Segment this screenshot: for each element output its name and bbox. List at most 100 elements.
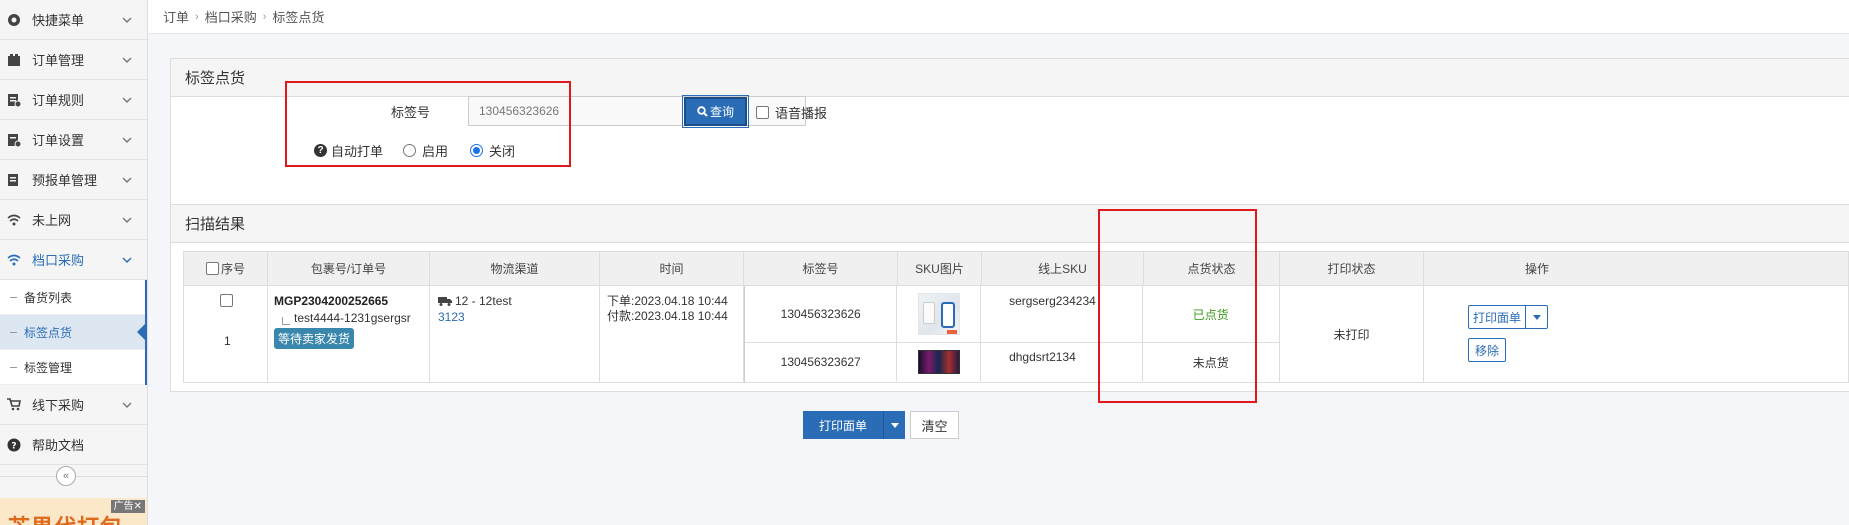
row-checkbox[interactable] <box>220 294 233 307</box>
chevron-down-icon <box>117 174 137 186</box>
nav-label: 帮助文档 <box>32 438 85 453</box>
voice-broadcast-toggle[interactable]: 语音播报 <box>756 103 827 122</box>
package-number: MGP2304200252665 <box>274 294 389 308</box>
chevron-down-icon <box>117 54 137 66</box>
settings-icon <box>6 12 22 28</box>
ad-text: 芒果代打包 <box>8 510 123 525</box>
main-content: 订单 › 档口采购 › 标签点货 标签点货 标签号 查询 语音播报 ? 自动打单… <box>148 0 1849 525</box>
nav-item-help-docs[interactable]: ? 帮助文档 <box>0 425 147 465</box>
index-cell: 1 <box>184 286 268 382</box>
select-all-checkbox[interactable] <box>205 262 219 275</box>
sku-image[interactable] <box>917 350 960 374</box>
nav-item-forecast-management[interactable]: 预报单管理 <box>0 160 147 200</box>
logistics-code-link[interactable]: 3123 <box>438 310 599 324</box>
order-number: test4444-1231gsergsr <box>294 311 411 325</box>
caret-down-icon <box>890 422 899 428</box>
online-sku: dhgdsrt2134 <box>1009 350 1076 364</box>
sub-item-stock-list[interactable]: 备货列表 <box>0 280 145 315</box>
panel-title: 扫描结果 <box>171 205 1849 243</box>
print-status: 未打印 <box>1333 327 1370 342</box>
sku-image-cell <box>897 286 982 342</box>
ad-banner[interactable]: 芒果代打包 广告✕ <box>0 498 147 525</box>
header-cell: SKU图片 <box>898 252 982 285</box>
tree-branch-icon <box>282 317 290 325</box>
chevron-down-icon <box>117 399 137 411</box>
collapse-sidebar-button[interactable]: « <box>56 466 76 486</box>
sku-image-cell <box>897 343 982 381</box>
chevron-down-icon <box>117 14 137 26</box>
remove-button[interactable]: 移除 <box>1468 338 1506 362</box>
nav-item-offline-purchase[interactable]: 线下采购 <box>0 385 147 425</box>
nav-label: 档口采购 <box>32 253 85 268</box>
breadcrumb: 订单 › 档口采购 › 标签点货 <box>148 0 1849 34</box>
chevron-down-icon <box>117 134 137 146</box>
nav-label: 未上网 <box>32 213 72 228</box>
sku-image[interactable] <box>917 293 960 335</box>
highlight-box <box>285 81 571 167</box>
bulk-print-button[interactable]: 打印面单 <box>803 411 883 439</box>
nav-item-stall-purchase[interactable]: 档口采购 <box>0 240 147 280</box>
breadcrumb-item[interactable]: 订单 <box>163 7 189 26</box>
table-header: 序号 包裹号/订单号 物流渠道 时间 标签号 SKU图片 线上SKU 点货状态 … <box>184 252 1848 286</box>
chevron-right-icon: › <box>262 10 267 23</box>
scan-result-panel: 扫描结果 序号 包裹号/订单号 物流渠道 时间 标签号 SKU图片 线上SKU … <box>170 204 1849 392</box>
header-label: 序号 <box>220 262 245 276</box>
order-settings-icon <box>6 132 22 148</box>
print-status-cell: 未打印 <box>1280 286 1424 382</box>
svg-text:?: ? <box>11 441 16 451</box>
header-cell: 打印状态 <box>1280 252 1424 285</box>
header-cell: 时间 <box>600 252 744 285</box>
nav-item-order-rules[interactable]: 订单规则 <box>0 80 147 120</box>
query-button[interactable]: 查询 <box>682 95 749 128</box>
nav-item-order-management[interactable]: 订单管理 <box>0 40 147 80</box>
nav-item-not-online[interactable]: 未上网 <box>0 200 147 240</box>
print-sheet-dropdown-button[interactable] <box>1526 305 1548 329</box>
header-cell: 标签号 <box>744 252 898 285</box>
order-icon <box>6 52 22 68</box>
breadcrumb-item[interactable]: 档口采购 <box>205 7 257 26</box>
highlight-box <box>1098 209 1257 403</box>
ad-close-tag[interactable]: 广告✕ <box>110 500 145 513</box>
stall-purchase-submenu: 备货列表 标签点货 标签管理 <box>0 280 147 385</box>
chevron-right-icon: › <box>195 10 199 23</box>
chevron-down-icon <box>117 254 137 266</box>
sub-item-tag-management[interactable]: 标签管理 <box>0 350 145 385</box>
nav-label: 快捷菜单 <box>32 13 85 28</box>
pay-time: 付款:2023.04.18 10:44 <box>607 309 728 323</box>
sidebar: 快捷菜单 订单管理 订单规则 订单设置 预报单管理 未上网 档口采购 备货列表 … <box>0 0 148 525</box>
nav-label: 线下采购 <box>32 398 85 413</box>
print-sheet-split-button: 打印面单 <box>1468 305 1548 329</box>
online-sku: sergserg234234 <box>1009 294 1096 308</box>
package-cell: MGP2304200252665 test4444-1231gsergsr 等待… <box>268 286 430 382</box>
nav-item-order-settings[interactable]: 订单设置 <box>0 120 147 160</box>
breadcrumb-item: 标签点货 <box>272 10 325 25</box>
table-row: 1 MGP2304200252665 test4444-1231gsergsr … <box>184 286 1848 382</box>
forecast-icon <box>6 172 22 188</box>
header-cell: 序号 <box>184 252 268 285</box>
nav-label: 预报单管理 <box>32 173 98 188</box>
logistics-row: 12 - 12test <box>438 294 599 308</box>
header-cell: 操作 <box>1524 262 1549 276</box>
nav-label: 订单规则 <box>32 93 85 108</box>
wifi-icon <box>6 252 22 268</box>
sub-item-tag-check[interactable]: 标签点货 <box>0 315 147 350</box>
time-cell: 下单:2023.04.18 10:44 付款:2023.04.18 10:44 <box>600 286 744 382</box>
voice-broadcast-checkbox[interactable] <box>756 106 769 119</box>
search-icon <box>697 106 708 117</box>
chevron-down-icon <box>117 214 137 226</box>
chevron-down-icon <box>117 94 137 106</box>
print-sheet-button[interactable]: 打印面单 <box>1468 305 1526 329</box>
status-badge: 等待卖家发货 <box>274 328 355 349</box>
logistics-channel: 12 - 12test <box>455 294 512 308</box>
wifi-icon <box>6 212 22 228</box>
query-label: 查询 <box>709 105 734 119</box>
bulk-print-dropdown-button[interactable] <box>883 411 905 439</box>
tag-number-cell: 130456323626 <box>745 286 898 342</box>
truck-icon <box>438 297 452 306</box>
clear-button[interactable]: 清空 <box>910 411 959 439</box>
nav-item-quick-menu[interactable]: 快捷菜单 <box>0 0 147 40</box>
voice-broadcast-label: 语音播报 <box>775 106 828 121</box>
result-table: 序号 包裹号/订单号 物流渠道 时间 标签号 SKU图片 线上SKU 点货状态 … <box>183 251 1849 383</box>
help-icon: ? <box>6 437 22 453</box>
order-time: 下单:2023.04.18 10:44 <box>607 294 728 308</box>
